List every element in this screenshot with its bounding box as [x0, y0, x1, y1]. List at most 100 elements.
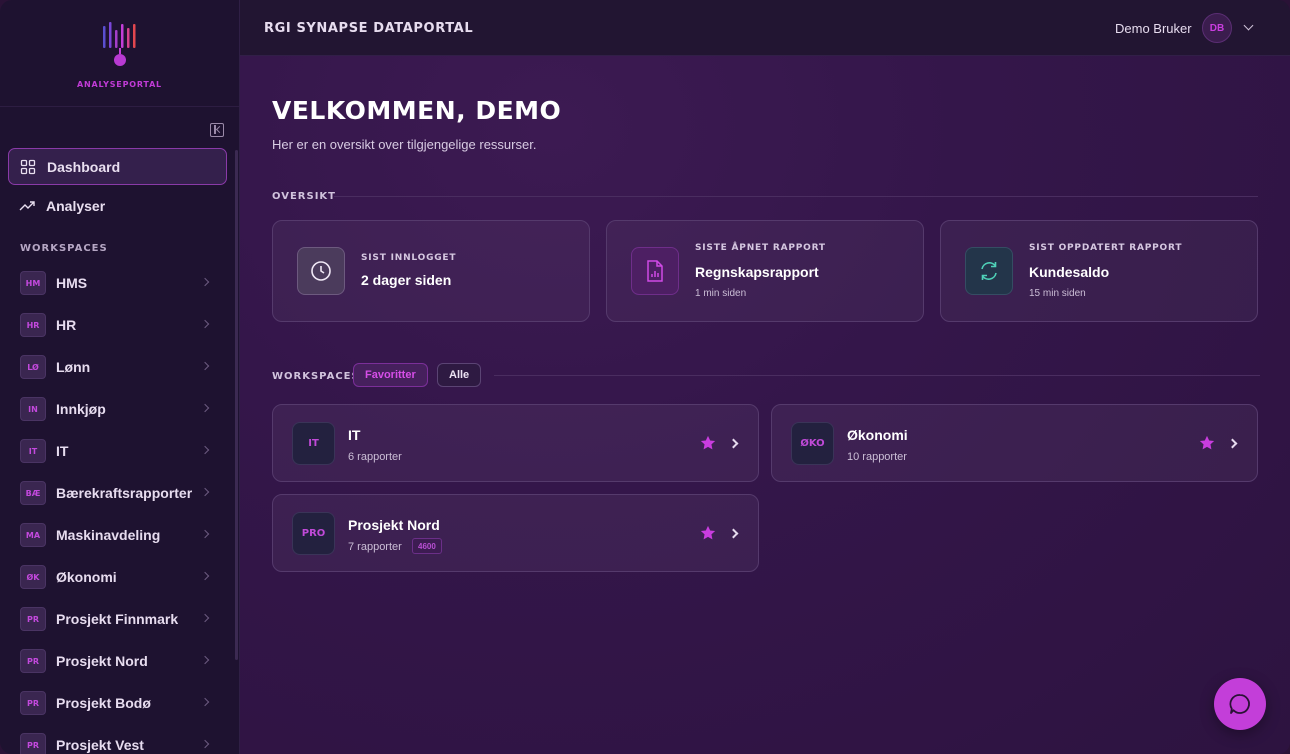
workspace-badge: PRO — [292, 512, 335, 555]
workspace-badge: PR — [20, 607, 46, 631]
main-content: VELKOMMEN, DEMO Her er en oversikt over … — [240, 56, 1290, 754]
workspace-badge: HM — [20, 271, 46, 295]
workspace-label: Lønn — [56, 359, 91, 375]
sidebar-workspace-hr[interactable]: HR HR — [20, 312, 220, 338]
sidebar-workspace-prosjekt-finnmark[interactable]: PR Prosjekt Finnmark — [20, 606, 220, 632]
chat-bubble-icon — [1229, 694, 1250, 714]
sidebar-workspace-baerekraft[interactable]: BÆ Bærekraftsrapporter — [20, 480, 220, 506]
sidebar-workspace-prosjekt-nord[interactable]: PR Prosjekt Nord — [20, 648, 220, 674]
stat-card-last-login: SIST INNLOGGET 2 dager siden — [272, 220, 590, 322]
workspace-label: HR — [56, 317, 77, 333]
sidebar-workspaces-heading: WORKSPACES — [20, 243, 108, 254]
workspace-card-prosjekt-nord[interactable]: PRO Prosjekt Nord 7 rapporter 4600 — [272, 494, 759, 572]
sidebar-workspace-innkjop[interactable]: IN Innkjøp — [20, 396, 220, 422]
overview-divider — [334, 196, 1258, 197]
stat-card-last-updated-report[interactable]: SIST OPPDATERT RAPPORT Kundesaldo 15 min… — [940, 220, 1258, 322]
workspace-badge: IT — [292, 422, 335, 465]
workspace-label: IT — [56, 443, 69, 459]
sidebar-workspace-okonomi[interactable]: ØK Økonomi — [20, 564, 220, 590]
chevron-right-icon — [200, 739, 210, 749]
chat-button[interactable] — [1214, 678, 1266, 730]
stat-timestamp: 1 min siden — [695, 288, 747, 299]
workspace-label: Prosjekt Bodø — [56, 695, 151, 711]
stat-value: 2 dager siden — [361, 272, 452, 288]
sidebar-item-label: Dashboard — [47, 158, 121, 175]
workspace-label: Prosjekt Vest — [56, 737, 144, 753]
workspace-badge: LØ — [20, 355, 46, 379]
workspace-report-count: 6 rapporter — [348, 451, 402, 463]
chevron-right-icon — [200, 487, 210, 497]
logo-text: ANALYSEPORTAL — [77, 80, 162, 89]
stat-label: SIST OPPDATERT RAPPORT — [1029, 243, 1183, 253]
sidebar-scrollbar[interactable] — [235, 150, 238, 660]
chevron-right-icon — [200, 571, 210, 581]
report-file-icon — [631, 247, 679, 295]
star-icon[interactable] — [699, 524, 717, 542]
page-subtitle: Her er en oversikt over tilgjengelige re… — [272, 137, 537, 152]
filter-all-button[interactable]: Alle — [437, 363, 482, 387]
chevron-right-icon — [200, 361, 210, 371]
workspace-badge: MA — [20, 523, 46, 547]
sidebar-workspace-prosjekt-bodo[interactable]: PR Prosjekt Bodø — [20, 690, 220, 716]
workspace-badge: IN — [20, 397, 46, 421]
user-name[interactable]: Demo Bruker — [1115, 21, 1192, 36]
workspace-label: HMS — [56, 275, 88, 291]
stat-card-last-opened-report[interactable]: SISTE ÅPNET RAPPORT Regnskapsrapport 1 m… — [606, 220, 924, 322]
workspace-label: Prosjekt Finnmark — [56, 611, 179, 627]
sidebar-item-analyser[interactable]: Analyser — [8, 187, 227, 224]
workspaces-heading: WORKSPACES — [272, 371, 360, 382]
workspace-badge: BÆ — [20, 481, 46, 505]
workspace-name: IT — [348, 427, 361, 443]
sidebar-workspace-maskinavdeling[interactable]: MA Maskinavdeling — [20, 522, 220, 548]
workspace-badge: HR — [20, 313, 46, 337]
workspace-card-it[interactable]: IT IT 6 rapporter — [272, 404, 759, 482]
page-title: VELKOMMEN, DEMO — [272, 96, 562, 125]
collapse-sidebar-icon[interactable] — [210, 123, 224, 137]
chevron-right-icon[interactable] — [728, 528, 739, 539]
app-window: ANALYSEPORTAL Dashboard Analyser WORKSPA… — [0, 0, 1290, 754]
sidebar-workspace-prosjekt-vest[interactable]: PR Prosjekt Vest — [20, 732, 220, 754]
workspace-badge: PR — [20, 649, 46, 673]
logo-area: ANALYSEPORTAL — [0, 0, 239, 107]
filter-favorites-button[interactable]: Favoritter — [353, 363, 428, 387]
workspace-label: Maskinavdeling — [56, 527, 161, 543]
chevron-right-icon — [200, 277, 210, 287]
app-title: RGI SYNAPSE DATAPORTAL — [264, 21, 474, 36]
chevron-right-icon — [200, 445, 210, 455]
star-icon[interactable] — [1198, 434, 1216, 452]
chevron-right-icon[interactable] — [1227, 438, 1238, 449]
chevron-right-icon — [200, 319, 210, 329]
top-bar: RGI SYNAPSE DATAPORTAL Demo Bruker DB — [240, 0, 1290, 56]
workspace-name: Prosjekt Nord — [348, 517, 440, 533]
avatar[interactable]: DB — [1202, 13, 1232, 43]
overview-heading: OVERSIKT — [272, 191, 336, 202]
workspace-report-count: 10 rapporter — [847, 451, 907, 463]
chevron-right-icon — [200, 529, 210, 539]
sidebar-workspace-lonn[interactable]: LØ Lønn — [20, 354, 220, 380]
sidebar-item-label: Analyser — [46, 197, 106, 214]
stat-label: SISTE ÅPNET RAPPORT — [695, 243, 826, 253]
stat-value: Kundesaldo — [1029, 264, 1110, 280]
star-icon[interactable] — [699, 434, 717, 452]
sidebar: ANALYSEPORTAL Dashboard Analyser WORKSPA… — [0, 0, 240, 754]
workspace-badge: PR — [20, 733, 46, 754]
clock-icon — [297, 247, 345, 295]
workspace-badge: PR — [20, 691, 46, 715]
workspace-name: Økonomi — [847, 427, 908, 443]
workspace-label: Økonomi — [56, 569, 117, 585]
workspace-badge: IT — [20, 439, 46, 463]
workspace-tag: 4600 — [412, 538, 442, 554]
workspace-label: Innkjøp — [56, 401, 106, 417]
sidebar-workspace-it[interactable]: IT IT — [20, 438, 220, 464]
chevron-right-icon[interactable] — [728, 438, 739, 449]
analyseportal-logo-icon — [103, 22, 136, 66]
workspace-report-count: 7 rapporter — [348, 541, 402, 553]
stat-value: Regnskapsrapport — [695, 264, 819, 280]
workspace-label: Prosjekt Nord — [56, 653, 148, 669]
workspace-card-okonomi[interactable]: ØKO Økonomi 10 rapporter — [771, 404, 1258, 482]
sidebar-item-dashboard[interactable]: Dashboard — [8, 148, 227, 185]
refresh-icon — [965, 247, 1013, 295]
chevron-down-icon[interactable] — [1243, 20, 1254, 31]
chevron-right-icon — [200, 655, 210, 665]
sidebar-workspace-hms[interactable]: HM HMS — [20, 270, 220, 296]
